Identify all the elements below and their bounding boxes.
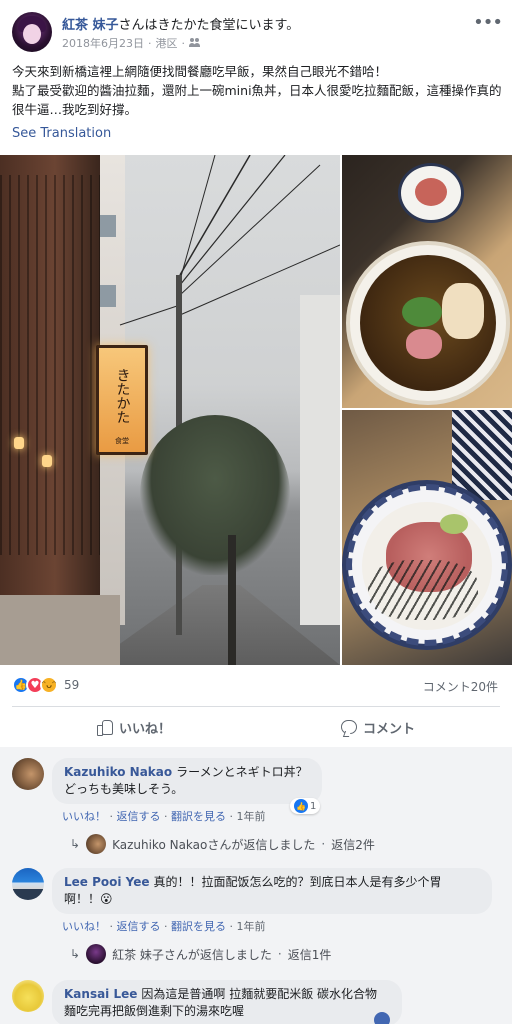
chashu [442,283,484,339]
reply-summary[interactable]: ↳ Kazuhiko Nakaoさんが返信しました · 返信2件 [70,834,375,854]
reply-avatar [86,944,107,964]
reply-arrow-icon: ↳ [70,837,81,851]
author-avatar[interactable] [12,12,52,52]
post-meta: 2018年6月23日 · 港区 · [62,35,201,51]
reply-count: 返信2件 [331,837,375,852]
nori [368,560,478,620]
divider [12,706,500,707]
haha-reaction-icon: ᵔᴗᵔ [40,676,58,694]
dot-separator: · [277,947,282,961]
comment-actions: いいね！ · 返信する · 翻訳を見る · 1年前 [62,918,266,934]
comment-bubble: Kazuhiko Nakao ラーメンとネギトロ丼？ どっちも美味しそう。 [52,758,322,804]
comment-text: 真的！！拉面配饭怎么吃的？到底日本人是有多少个胃 [153,875,442,889]
meta-separator: · [181,36,186,50]
post-location-link[interactable]: 港区 [156,35,178,51]
see-translation-link[interactable]: See Translation [12,126,111,141]
willow-tree [140,415,290,575]
commenter-avatar[interactable] [12,868,44,900]
comment-actions: いいね！ · 返信する · 翻訳を見る · 1年前 [62,808,266,824]
comment-translate-link[interactable]: 翻訳を見る [171,920,226,933]
like-button[interactable]: いいね！ [12,708,256,746]
building-base [0,595,120,665]
tree-trunk [228,535,236,665]
comment-button[interactable]: コメント [256,708,500,746]
post-text-line: 點了最受歡迎的醬油拉麵，還附上一碗mini魚丼，日本人很愛吃拉麵配飯，這種操作真… [12,83,502,117]
comment-author-link[interactable]: Kazuhiko Nakao [64,765,172,779]
comment-text: ラーメンとネギトロ丼？ [176,765,308,779]
comment-text: 因為這是普通啊 拉麵就要配米飯 碳水化合物 [141,987,378,1001]
reply-avatar [86,834,107,854]
comment-reply-link[interactable]: 返信する [117,810,161,823]
author-name-link[interactable]: 紅茶 妹子 [62,18,119,33]
comment-reply-link[interactable]: 返信する [117,920,161,933]
sign-main-text: きたかた [114,368,131,424]
post-text-line: 今天來到新橋這裡上網隨便找間餐廳吃早飯，果然自己眼光不錯哈！ [12,64,388,79]
comment-time[interactable]: 1年前 [237,920,266,933]
post-date-link[interactable]: 2018年6月23日 [62,35,144,51]
meta-separator: · [148,36,152,50]
checkin-text: さんはきたかた食堂にいます。 [118,18,300,33]
comment-like-badge[interactable] [374,1012,390,1024]
comment-text: どっちも美味しそう。 [64,782,184,796]
like-reaction-icon: 👍 [294,799,308,813]
photo-street[interactable]: きたかた 食堂 [0,155,340,665]
reaction-count: 59 [64,678,80,692]
comment-translate-link[interactable]: 翻訳を見る [171,810,226,823]
commenter-avatar[interactable] [12,758,44,790]
comment-like-link[interactable]: いいね！ [62,810,106,823]
comment-like-badge[interactable]: 👍 1 [290,798,321,814]
comment-bubble: Lee Pooi Yee 真的！！拉面配饭怎么吃的？到底日本人是有多少个胃 啊！！… [52,868,492,914]
reply-arrow-icon: ↳ [70,947,81,961]
dot-separator: · [229,810,234,823]
building-left [0,155,120,665]
reply-summary-text: 紅茶 妹子さんが返信しました [112,947,272,962]
comment-count-link[interactable]: コメント20件 [423,678,498,695]
pork-slice [406,329,442,359]
action-bar: いいね！ コメント [12,708,500,746]
lamp-icon [14,437,24,449]
photo-negitoro-don[interactable] [342,410,512,665]
post-header-title: 紅茶 妹子さんはきたかた食堂にいます。 [62,14,299,33]
restaurant-sign: きたかた 食堂 [96,345,148,455]
like-button-label: いいね！ [118,721,171,737]
comment-author-link[interactable]: Lee Pooi Yee [64,875,150,889]
reply-summary[interactable]: ↳ 紅茶 妹子さんが返信しました · 返信1件 [70,944,331,964]
dot-separator: · [229,920,234,933]
comment-bubble: Kansai Lee 因為這是普通啊 拉麵就要配米飯 碳水化合物 麵吃完再把飯倒進… [52,980,402,1024]
reactions-summary[interactable]: 👍 ♥ ᵔᴗᵔ 59 [12,676,79,694]
comment-author-link[interactable]: Kansai Lee [64,987,137,1001]
comment-time[interactable]: 1年前 [237,810,266,823]
lamp-icon [42,455,52,467]
comment-text: 麵吃完再把飯倒進剩下的湯來吃喔 [64,1004,245,1018]
thumbs-up-icon [96,719,113,736]
comment-like-link[interactable]: いいね！ [62,920,106,933]
commenter-avatar[interactable] [12,980,44,1012]
wasabi [440,514,468,534]
dot-separator: · [109,920,114,933]
green-onion [402,297,442,327]
small-bowl [398,163,464,223]
friends-audience-icon[interactable] [189,38,201,48]
more-options-icon[interactable]: ••• [473,12,503,33]
avatar-face [23,24,41,44]
photo-ramen[interactable] [342,155,512,408]
comment-like-count: 1 [310,800,317,812]
dot-separator: · [321,837,326,851]
comment-bubble-icon [340,720,357,734]
dot-separator: · [164,810,168,823]
dot-separator: · [109,810,114,823]
sign-sub-text: 食堂 [115,437,129,445]
dot-separator: · [164,920,168,933]
wood-slats [0,175,100,555]
reply-count: 返信1件 [287,947,332,962]
reply-summary-text: Kazuhiko Nakaoさんが返信しました [112,837,316,852]
comment-button-label: コメント [362,721,415,737]
post-text: 今天來到新橋這裡上網隨便找間餐廳吃早飯，果然自己眼光不錯哈！ 點了最受歡迎的醬油… [12,62,504,119]
comment-text: 啊！！😮 [64,892,113,906]
